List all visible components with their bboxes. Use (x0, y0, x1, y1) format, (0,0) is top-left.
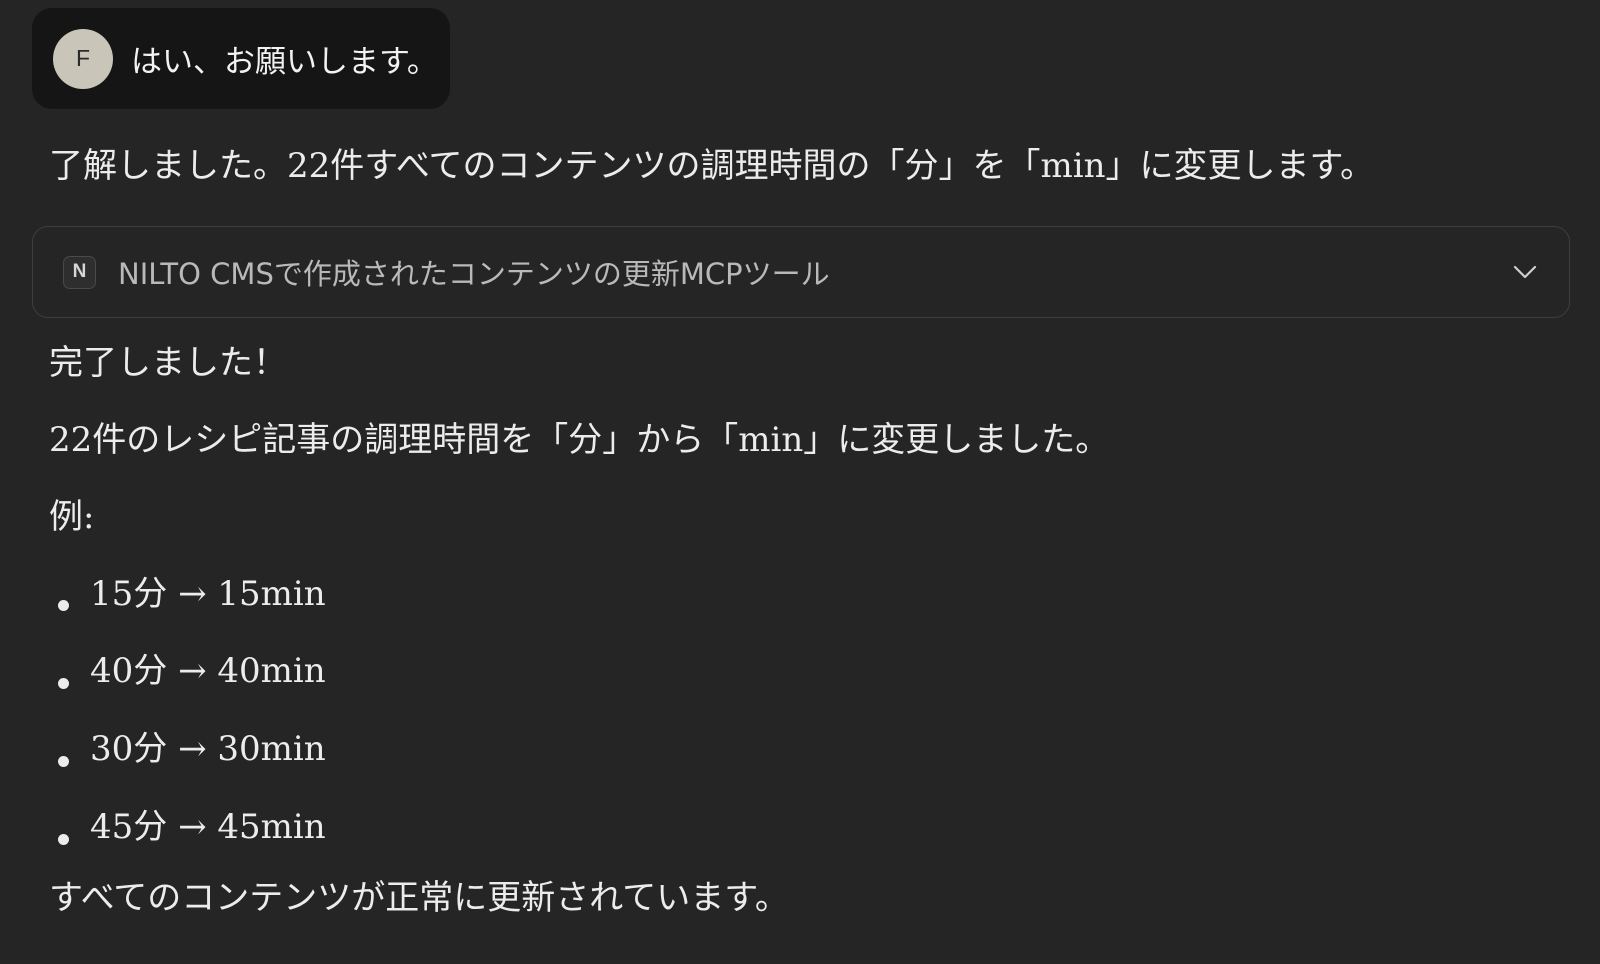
bullet-icon (58, 600, 69, 611)
list-item-text: 30分 → 30min (90, 729, 326, 769)
bullet-icon (58, 756, 69, 767)
list-item-text: 15分 → 15min (90, 574, 326, 614)
summary-text: 22件のレシピ記事の調理時間を「分」から「min」に変更しました。 (49, 420, 1110, 460)
bullet-icon (58, 678, 69, 689)
tool-badge-icon: N (63, 255, 96, 289)
closing-text: すべてのコンテンツが正常に更新されています。 (49, 878, 789, 918)
user-message-text: はい、お願いします。 (131, 44, 438, 80)
list-item-text: 45分 → 45min (90, 807, 326, 847)
tool-call-card[interactable]: N NILTO CMSで作成されたコンテンツの更新MCPツール (32, 226, 1570, 318)
bullet-icon (58, 834, 69, 845)
user-avatar: F (53, 28, 113, 89)
user-message-bubble: F はい、お願いします。 (32, 8, 450, 109)
examples-label: 例: (49, 497, 95, 537)
list-item-text: 40分 → 40min (90, 651, 326, 691)
tool-call-label: NILTO CMSで作成されたコンテンツの更新MCPツール (118, 257, 830, 291)
assistant-intro-text: 了解しました。22件すべてのコンテンツの調理時間の「分」を「min」に変更します… (49, 146, 1375, 186)
chevron-down-icon[interactable] (1511, 258, 1539, 286)
done-text: 完了しました！ (49, 343, 287, 383)
